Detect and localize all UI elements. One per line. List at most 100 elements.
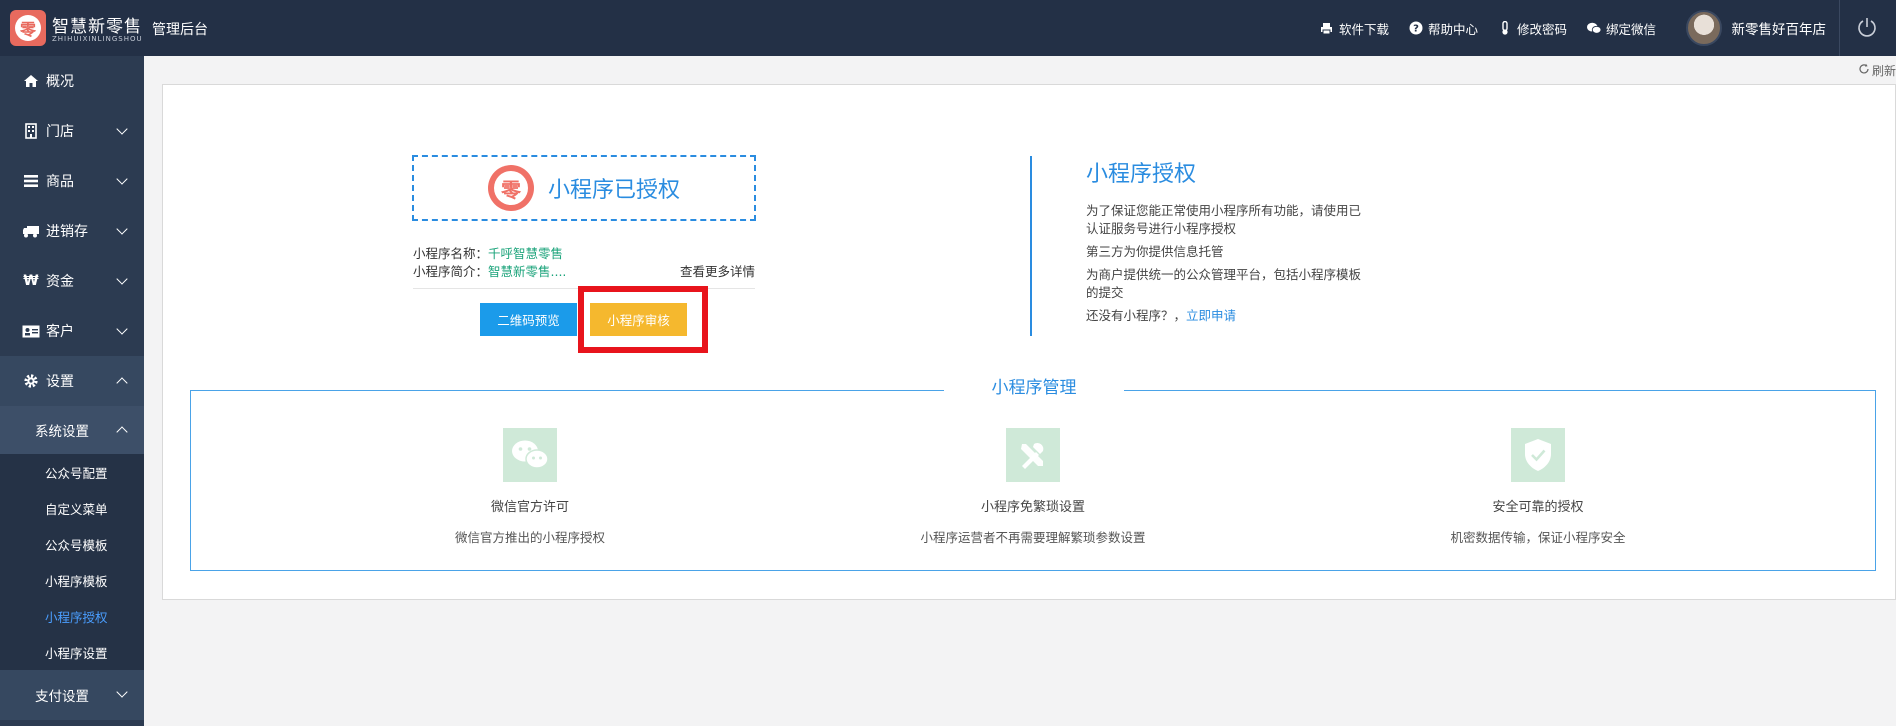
sidebar-subitem-miniprogram-settings[interactable]: 小程序设置 — [0, 634, 144, 670]
bind-wechat-label: 绑定微信 — [1605, 21, 1656, 37]
printer-icon — [1320, 21, 1334, 35]
info-name-value: 千呼智慧零售 — [488, 245, 564, 261]
feature-wechat-license: 微信官方许可 微信官方推出的小程序授权 — [330, 428, 730, 546]
help-icon: ? — [1409, 21, 1423, 35]
auth-description-title: 小程序授权 — [1086, 162, 1197, 187]
sidebar: 概况 门店 商品 进销存 ₩ 资金 客户 设置 系统设置 公众号配置 自定义菜单… — [0, 56, 144, 726]
download-software-link[interactable]: 软件下载 — [1320, 19, 1389, 38]
logo-mark: 零 — [15, 15, 41, 41]
bind-wechat-link[interactable]: 绑定微信 — [1586, 19, 1656, 38]
sidebar-item-settings[interactable]: 设置 — [0, 356, 144, 406]
sidebar-item-label: 资金 — [46, 274, 74, 290]
qrcode-preview-button[interactable]: 二维码预览 — [480, 303, 577, 336]
sidebar-item-label: 门店 — [46, 124, 74, 140]
help-center-label: 帮助中心 — [1427, 21, 1478, 37]
change-password-label: 修改密码 — [1516, 21, 1567, 37]
feature-title: 微信官方许可 — [490, 500, 569, 515]
sidebar-subitem-custom-menu[interactable]: 自定义菜单 — [0, 490, 144, 526]
auth-status-title: 小程序已授权 — [547, 178, 680, 203]
chevron-down-icon — [116, 686, 128, 698]
brand-logo[interactable]: 零 — [10, 10, 46, 46]
brand-name: 智慧新零售 — [52, 17, 142, 37]
sidebar-item-overview[interactable]: 概况 — [0, 56, 144, 106]
user-name: 新零售好百年店 — [1731, 22, 1827, 38]
view-more-details-link[interactable]: 查看更多详情 — [680, 261, 755, 280]
change-password-link[interactable]: 修改密码 — [1498, 19, 1567, 38]
wechat-icon — [1586, 21, 1601, 35]
apply-now-link[interactable]: 立即申请 — [1186, 308, 1236, 323]
sidebar-item-label: 设置 — [46, 374, 74, 390]
sidebar-item-label: 概况 — [46, 74, 74, 90]
chevron-down-icon — [116, 223, 128, 235]
info-row-desc: 小程序简介： 智慧新零售.... 查看更多详情 — [413, 261, 755, 279]
wechat-icon — [503, 428, 557, 482]
auth-description-line: 还没有小程序？，立即申请 — [1086, 307, 1366, 325]
sidebar-subhead-label: 系统设置 — [35, 424, 89, 440]
sidebar-item-funds[interactable]: ₩ 资金 — [0, 256, 144, 306]
auth-status-box: 零 小程序已授权 — [412, 155, 756, 221]
won-icon: ₩ — [23, 273, 39, 289]
refresh-icon — [1858, 63, 1870, 78]
miniprogram-logo-mark: 零 — [493, 171, 528, 205]
sidebar-item-payment-settings[interactable]: 支付设置 — [0, 670, 144, 720]
sidebar-item-store[interactable]: 门店 — [0, 106, 144, 156]
svg-text:?: ? — [1413, 24, 1419, 35]
sidebar-subhead-system-settings[interactable]: 系统设置 — [0, 406, 144, 454]
user-menu[interactable]: 新零售好百年店 — [1685, 8, 1827, 48]
chevron-down-icon — [116, 323, 128, 335]
truck-icon — [22, 222, 40, 240]
sidebar-item-goods[interactable]: 商品 — [0, 156, 144, 206]
download-software-label: 软件下载 — [1338, 21, 1389, 37]
tools-icon — [1006, 428, 1060, 482]
feature-desc: 微信官方推出的小程序授权 — [454, 530, 605, 545]
info-desc-value: 智慧新零售.... — [488, 263, 567, 279]
feature-desc: 机密数据传输，保证小程序安全 — [1450, 530, 1626, 545]
power-icon[interactable] — [1856, 16, 1878, 38]
chevron-up-icon — [116, 426, 128, 438]
sidebar-subitem-miniprogram-auth[interactable]: 小程序授权 — [0, 598, 144, 634]
sidebar-item-label: 商品 — [46, 174, 74, 190]
top-bar: 零 智慧新零售 ZHIHUIXINLINGSHOU 管理后台 软件下载 ? 帮助… — [0, 0, 1896, 56]
info-name-label: 小程序名称： — [413, 245, 489, 261]
feature-title: 安全可靠的授权 — [1492, 500, 1584, 515]
auth-description: 小程序授权 为了保证您能正常使用小程序所有功能，请使用已认证服务号进行小程序授权… — [1086, 156, 1366, 330]
list-icon — [22, 172, 40, 190]
auth-description-line: 第三方为你提供信息托管 — [1086, 244, 1224, 259]
miniprogram-management-title: 小程序管理 — [944, 373, 1124, 398]
help-center-link[interactable]: ? 帮助中心 — [1409, 19, 1478, 38]
building-icon — [22, 122, 40, 140]
sidebar-item-inventory[interactable]: 进销存 — [0, 206, 144, 256]
admin-title[interactable]: 管理后台 — [152, 19, 208, 39]
auth-description-line: 为商户提供统一的公众管理平台，包括小程序模板的提交 — [1086, 267, 1362, 300]
highlight-box — [578, 286, 708, 353]
sidebar-item-label: 进销存 — [46, 224, 88, 240]
no-miniprogram-text: 还没有小程序？， — [1086, 308, 1187, 323]
chevron-down-icon — [116, 173, 128, 185]
thermometer-icon — [1498, 21, 1512, 35]
top-actions: 软件下载 ? 帮助中心 修改密码 绑定微信 — [1320, 0, 1656, 56]
feature-title: 小程序免繁琐设置 — [980, 500, 1085, 515]
sidebar-subitem-official-account-config[interactable]: 公众号配置 — [0, 454, 144, 490]
miniprogram-info: 小程序名称： 千呼智慧零售 小程序简介： 智慧新零售.... 查看更多详情 — [413, 243, 755, 279]
sidebar-item-customer[interactable]: 客户 — [0, 306, 144, 356]
info-desc-label: 小程序简介： — [413, 263, 489, 279]
sidebar-subitem-miniprogram-template[interactable]: 小程序模板 — [0, 562, 144, 598]
auth-description-line: 为了保证您能正常使用小程序所有功能，请使用已认证服务号进行小程序授权 — [1086, 203, 1362, 236]
feature-secure-auth: 安全可靠的授权 机密数据传输，保证小程序安全 — [1338, 428, 1738, 546]
sidebar-subitem-official-account-template[interactable]: 公众号模板 — [0, 526, 144, 562]
sidebar-submenu: 公众号配置 自定义菜单 公众号模板 小程序模板 小程序授权 小程序设置 — [0, 454, 144, 670]
brand-subtitle: ZHIHUIXINLINGSHOU — [52, 35, 143, 43]
chevron-up-icon — [116, 377, 128, 389]
chevron-down-icon — [116, 273, 128, 285]
refresh-button[interactable]: 刷新 — [1858, 62, 1896, 79]
miniprogram-logo: 零 — [487, 165, 534, 211]
shield-check-icon — [1511, 428, 1565, 482]
avatar — [1685, 10, 1722, 46]
home-icon — [22, 72, 40, 90]
sidebar-item-label: 支付设置 — [35, 689, 89, 705]
feature-easy-setup: 小程序免繁琐设置 小程序运营者不再需要理解繁琐参数设置 — [833, 428, 1233, 546]
sidebar-item-label: 客户 — [46, 324, 74, 340]
feature-desc: 小程序运营者不再需要理解繁琐参数设置 — [920, 530, 1146, 545]
chevron-down-icon — [116, 123, 128, 135]
vertical-divider — [1030, 156, 1032, 336]
